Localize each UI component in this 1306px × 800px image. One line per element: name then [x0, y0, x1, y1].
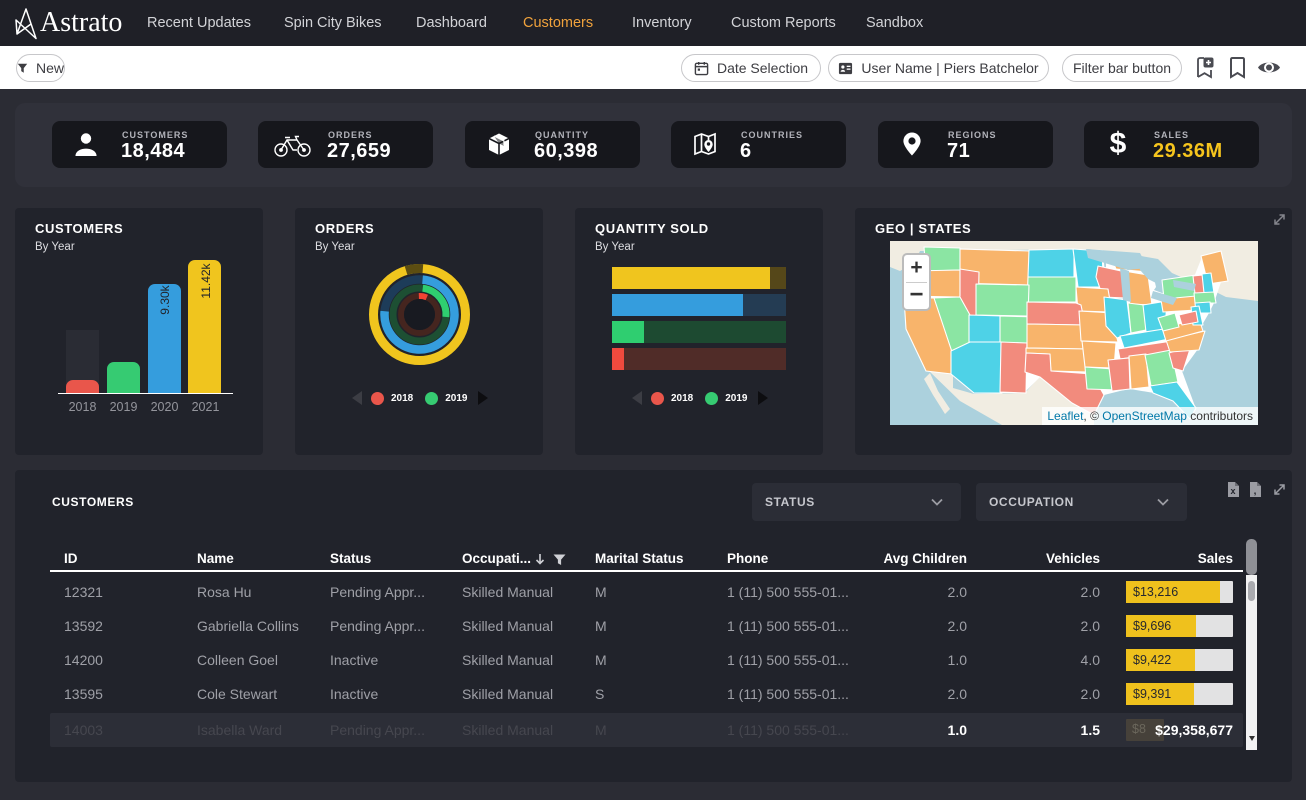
- svg-text:,: ,: [1254, 486, 1257, 497]
- svg-text:x: x: [1230, 486, 1235, 496]
